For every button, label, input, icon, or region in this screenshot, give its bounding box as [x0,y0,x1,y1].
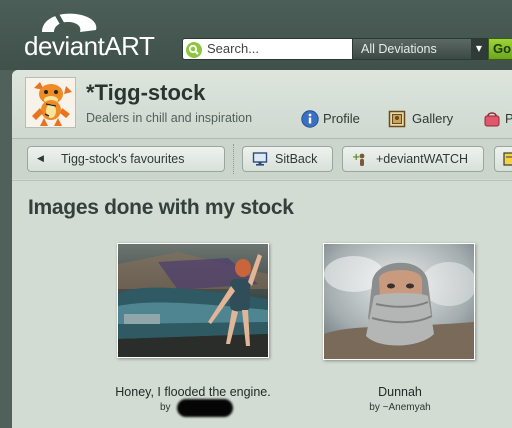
deviantwatch-button[interactable]: + +deviantWATCH [342,146,484,172]
more-options-button[interactable] [494,146,512,172]
search-input[interactable]: Search... [182,38,354,60]
sitback-label: SitBack [275,152,318,166]
search-placeholder: Search... [207,41,260,56]
gallery-icon [388,110,406,128]
caption-item-1[interactable]: Honey, I flooded the engine. [88,385,298,399]
sitback-button[interactable]: SitBack [242,146,333,172]
caption-item-2[interactable]: Dunnah [330,385,470,399]
tigger-avatar-icon [26,78,75,127]
prints-icon [484,112,500,127]
thumbnail-honey-flooded-engine[interactable] [117,243,269,358]
byline-prefix-item-2: by [369,402,380,413]
watch-add-icon: + [352,152,365,166]
monitor-icon [252,152,268,166]
nav-prints-label: P [505,111,512,126]
search-scope-select[interactable]: All Deviations ▼ [352,38,488,60]
toolbar-separator [233,144,234,174]
back-to-favourites-button[interactable]: ◀ Tigg-stock's favourites [27,146,225,172]
chevron-left-icon: ◀ [37,153,44,163]
photo-scarf-woman [324,244,474,359]
logo-text[interactable]: deviantART [24,31,155,62]
nav-profile-label: Profile [323,111,360,126]
nav-gallery-label: Gallery [412,111,454,126]
author-link-item-2[interactable]: ~Anemyah [383,402,431,413]
redacted-author [177,399,233,417]
chevron-down-icon: ▼ [471,39,487,59]
info-icon [301,110,319,128]
search-go-button[interactable]: Go [488,38,512,60]
photo-car-woman [118,244,268,357]
profile-username[interactable]: *Tigg-stock [86,80,205,106]
byline-item-2: by ~Anemyah [350,402,450,413]
note-icon [503,152,512,166]
section-title: Images done with my stock [28,196,294,219]
avatar[interactable] [25,77,76,128]
search-icon [186,42,202,58]
back-button-label: Tigg-stock's favourites [61,152,185,166]
profile-tagline: Dealers in chill and inspiration [86,111,253,125]
svg-text:+: + [352,152,360,163]
section-divider [12,180,512,181]
deviantwatch-label: +deviantWATCH [376,152,469,166]
thumbnail-dunnah[interactable] [323,243,475,360]
search-scope-label: All Deviations [361,42,437,56]
